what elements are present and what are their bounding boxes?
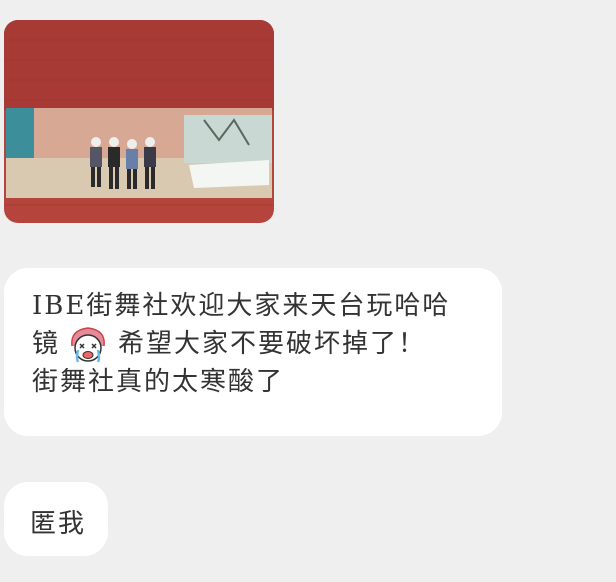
image-message[interactable] [4, 20, 274, 223]
crying-girl-sticker-icon [66, 324, 110, 364]
message-line: 街舞社真的太寒酸了 [32, 367, 285, 397]
message-text: 希望大家不要破坏掉了！ [118, 329, 427, 359]
message-text: 镜 [32, 329, 61, 359]
message-line: 匿我 [30, 509, 87, 539]
message-line: 镜 希望大家不要破坏掉了！ [32, 324, 474, 364]
dance-club-photo [4, 20, 274, 223]
text-message[interactable]: 匿我 [4, 482, 108, 556]
message-line: IBE街舞社欢迎大家来天台玩哈哈 [32, 291, 451, 321]
text-message[interactable]: IBE街舞社欢迎大家来天台玩哈哈 镜 希望大家不要破坏掉了！ 街舞社真的太寒酸了 [4, 268, 502, 436]
